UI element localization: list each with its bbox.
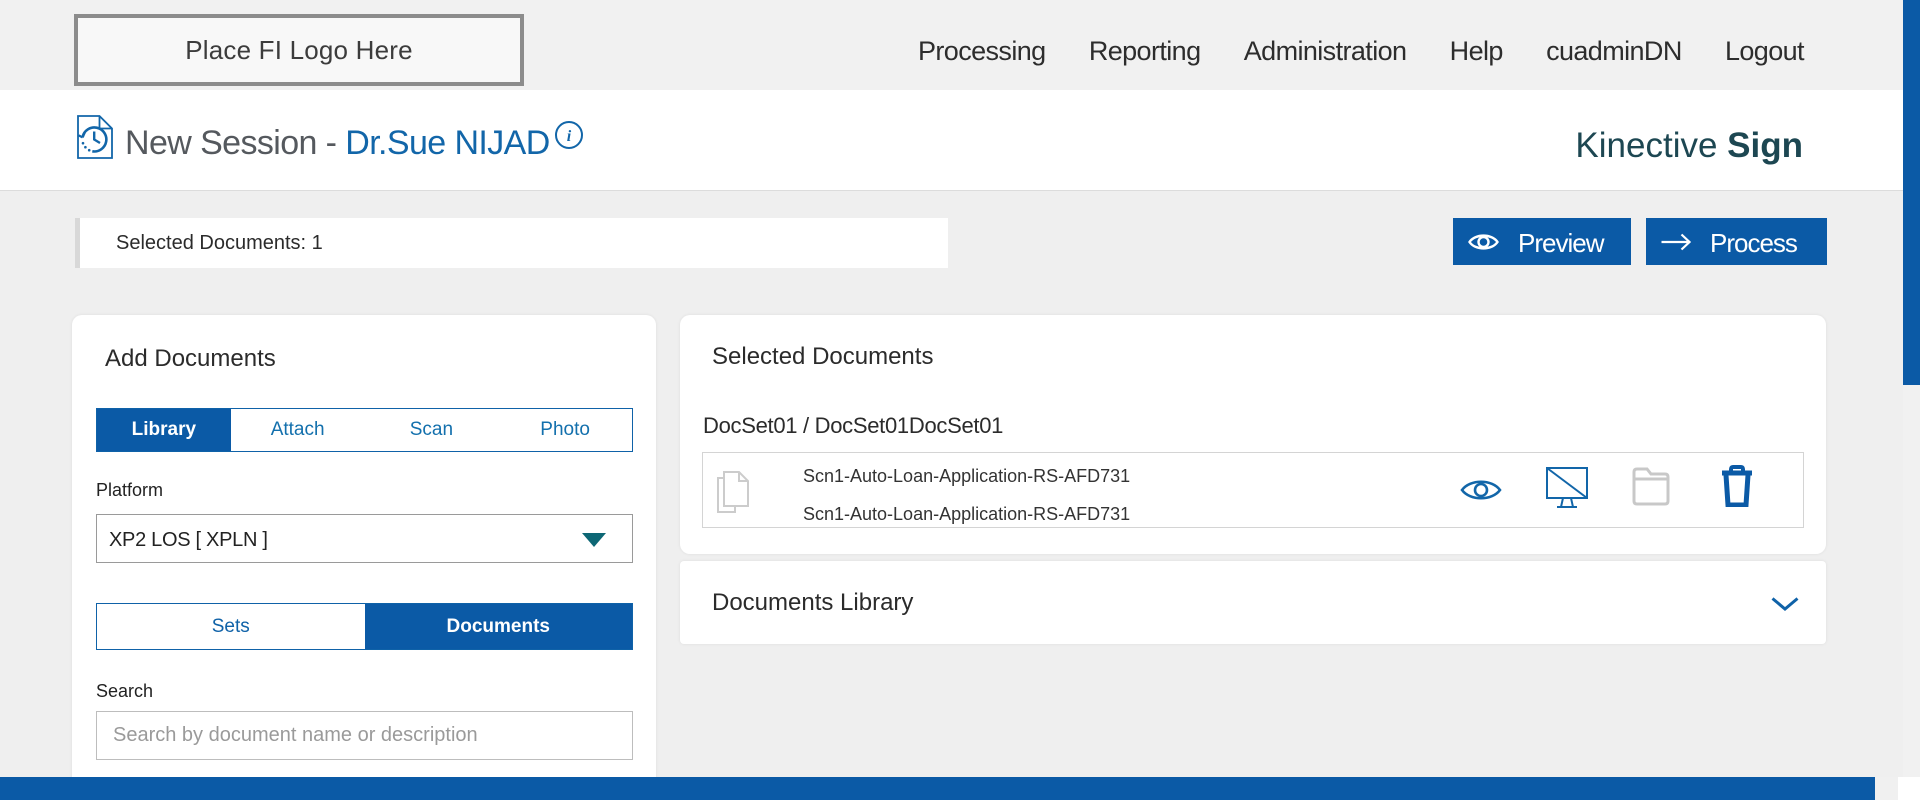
svg-text:i: i	[567, 128, 572, 145]
